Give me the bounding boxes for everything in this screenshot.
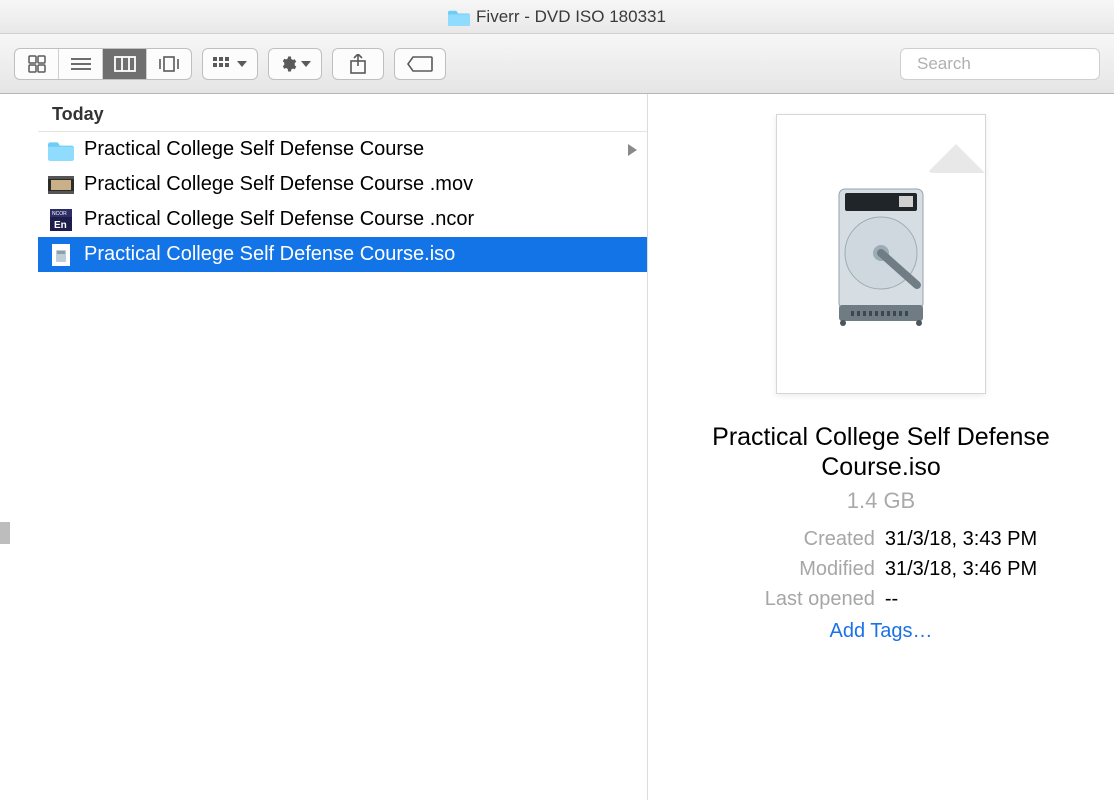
column-group-header: Today [38, 94, 647, 132]
file-row[interactable]: Practical College Self Defense Course .m… [38, 167, 647, 202]
chevron-down-icon [237, 61, 247, 67]
search-field[interactable] [900, 48, 1100, 80]
file-name: Practical College Self Defense Course .n… [84, 208, 474, 231]
modified-label: Modified [725, 554, 875, 584]
edit-tags-button[interactable] [394, 48, 446, 80]
previous-column[interactable] [0, 94, 38, 800]
iso-file-icon [48, 244, 74, 266]
preview-pane: Practical College Self Defense Course.is… [648, 94, 1114, 800]
svg-text:En: En [54, 220, 67, 231]
file-preview-thumbnail[interactable] [776, 114, 986, 394]
svg-text:NCOR: NCOR [52, 211, 67, 217]
toolbar [0, 34, 1114, 94]
file-column: Today Practical College Self Defense Cou… [38, 94, 648, 800]
view-mode-selector [14, 48, 192, 80]
hard-drive-icon [821, 179, 941, 329]
search-input[interactable] [917, 54, 1114, 74]
created-label: Created [725, 524, 875, 554]
file-name: Practical College Self Defense Course.is… [84, 243, 455, 266]
folder-icon [48, 139, 74, 161]
file-name: Practical College Self Defense Course .m… [84, 173, 473, 196]
last-opened-value: -- [885, 584, 898, 614]
movie-file-icon [48, 174, 74, 196]
window-title: Fiverr - DVD ISO 180331 [476, 7, 666, 27]
action-dropdown[interactable] [268, 48, 322, 80]
encore-file-icon: En NCOR [48, 209, 74, 231]
chevron-down-icon [301, 61, 311, 67]
main-area: Today Practical College Self Defense Cou… [0, 94, 1114, 800]
view-list-button[interactable] [59, 49, 103, 79]
folder-icon [448, 8, 470, 26]
title-bar: Fiverr - DVD ISO 180331 [0, 0, 1114, 34]
view-gallery-button[interactable] [147, 49, 191, 79]
modified-value: 31/3/18, 3:46 PM [885, 554, 1037, 584]
add-tags-button[interactable]: Add Tags… [829, 620, 932, 643]
last-opened-label: Last opened [725, 584, 875, 614]
file-row[interactable]: Practical College Self Defense Course [38, 132, 647, 167]
file-name: Practical College Self Defense Course [84, 138, 424, 161]
arrange-dropdown[interactable] [202, 48, 258, 80]
preview-file-name: Practical College Self Defense Course.is… [691, 422, 1071, 482]
created-value: 31/3/18, 3:43 PM [885, 524, 1037, 554]
preview-file-size: 1.4 GB [847, 488, 915, 514]
share-button[interactable] [332, 48, 384, 80]
view-icons-button[interactable] [15, 49, 59, 79]
chevron-right-icon [628, 144, 637, 156]
file-row[interactable]: Practical College Self Defense Course.is… [38, 237, 647, 272]
view-columns-button[interactable] [103, 49, 147, 79]
preview-metadata: Created 31/3/18, 3:43 PM Modified 31/3/1… [725, 524, 1037, 614]
file-row[interactable]: En NCOR Practical College Self Defense Co… [38, 202, 647, 237]
